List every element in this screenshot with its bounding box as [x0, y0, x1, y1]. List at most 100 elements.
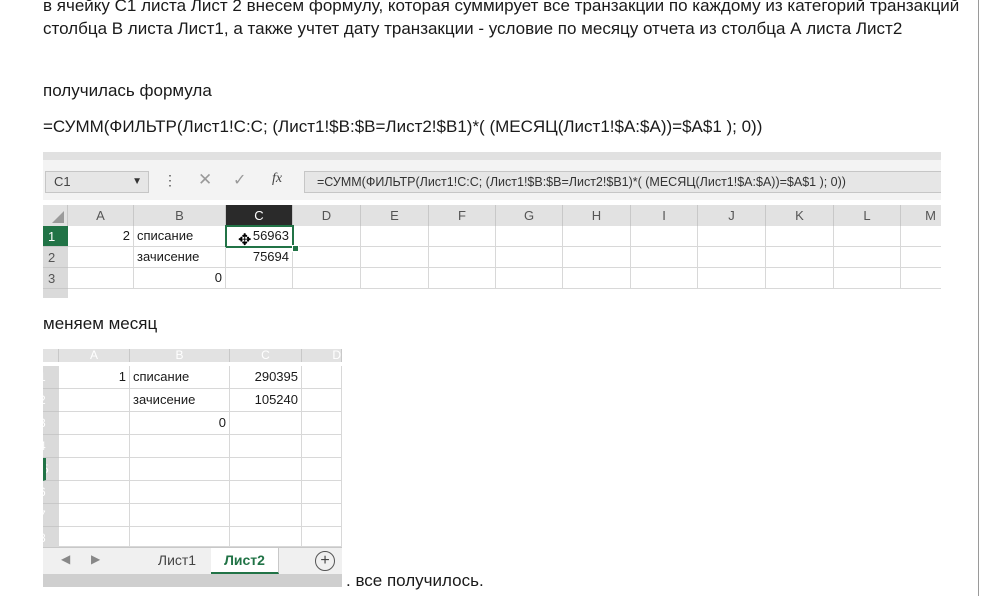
grid-cell[interactable]	[563, 268, 631, 289]
column-header-d[interactable]: D	[293, 205, 361, 226]
column-header-c[interactable]: C	[230, 349, 302, 362]
tab-scroll-right-icon[interactable]: ▶	[91, 552, 100, 566]
grid-cell[interactable]	[230, 435, 302, 458]
column-header-i[interactable]: I	[631, 205, 698, 226]
grid-cell[interactable]	[563, 226, 631, 247]
grid-cell[interactable]	[130, 527, 230, 547]
column-header-b[interactable]: B	[134, 205, 226, 226]
grid-cell[interactable]	[429, 247, 496, 268]
column-header-g[interactable]: G	[496, 205, 563, 226]
cell-b2[interactable]: зачисение	[130, 389, 230, 412]
cell-a3[interactable]	[68, 268, 134, 289]
select-all-corner[interactable]	[43, 205, 68, 226]
column-header-e[interactable]: E	[361, 205, 429, 226]
grid-cell[interactable]	[496, 247, 563, 268]
grid-cell[interactable]	[834, 268, 901, 289]
grid-cell[interactable]	[698, 247, 766, 268]
grid-cell[interactable]	[59, 435, 130, 458]
grid-cell[interactable]	[302, 412, 342, 435]
grid-cell[interactable]	[631, 268, 698, 289]
grid-cell[interactable]	[766, 247, 834, 268]
row-header-3[interactable]: 3	[43, 268, 68, 289]
name-box[interactable]: C1 ▼	[45, 171, 149, 193]
grid-cell[interactable]	[496, 268, 563, 289]
row-header-6[interactable]: 6	[43, 481, 59, 504]
grid-cell[interactable]	[631, 226, 698, 247]
column-header-f[interactable]: F	[429, 205, 496, 226]
cell-c1[interactable]: 56963	[225, 225, 294, 248]
row-header-4[interactable]: 4	[43, 435, 59, 458]
tab-list1[interactable]: Лист1	[143, 548, 212, 572]
grid-cell[interactable]	[130, 504, 230, 527]
insert-function-icon[interactable]: fx	[272, 171, 282, 187]
grid-cell[interactable]	[361, 226, 429, 247]
grid-cell[interactable]	[496, 226, 563, 247]
cell-c3[interactable]	[230, 412, 302, 435]
formula-input[interactable]: =СУММ(ФИЛЬТР(Лист1!C:C; (Лист1!$B:$B=Лис…	[304, 171, 941, 193]
tab-list2[interactable]: Лист2	[211, 548, 279, 574]
column-header-m[interactable]: M	[901, 205, 941, 226]
cell-c2[interactable]: 105240	[230, 389, 302, 412]
grid-cell[interactable]	[59, 527, 130, 547]
row-header-3[interactable]: 3	[43, 412, 59, 435]
grid-cell[interactable]	[834, 247, 901, 268]
grid-cell[interactable]	[302, 504, 342, 527]
grid-cell[interactable]	[230, 504, 302, 527]
grid-cell[interactable]	[302, 389, 342, 412]
row-header-2[interactable]: 2	[43, 247, 68, 268]
cell-a3[interactable]	[59, 412, 130, 435]
column-header-c[interactable]: C	[226, 205, 293, 226]
grid-cell[interactable]	[361, 268, 429, 289]
cell-b3[interactable]: 0	[134, 268, 226, 289]
grid-cell[interactable]	[631, 247, 698, 268]
grid-cell[interactable]	[901, 247, 941, 268]
grid-cell[interactable]	[59, 458, 130, 481]
grid-cell[interactable]	[293, 268, 361, 289]
cell-a1[interactable]: 2	[68, 226, 134, 247]
cell-b3[interactable]: 0	[130, 412, 230, 435]
grid-cell[interactable]	[901, 226, 941, 247]
grid-cell[interactable]	[59, 481, 130, 504]
cell-b1[interactable]: списание	[134, 226, 226, 247]
grid-cell[interactable]	[302, 481, 342, 504]
grid-cell[interactable]	[302, 527, 342, 547]
select-all-corner[interactable]	[43, 349, 59, 362]
grid-cell[interactable]	[901, 268, 941, 289]
row-header-5[interactable]: 5	[43, 458, 59, 481]
cell-b1[interactable]: списание	[130, 366, 230, 389]
row-header-1[interactable]: 1	[43, 366, 59, 389]
grid-cell[interactable]	[230, 481, 302, 504]
column-header-h[interactable]: H	[563, 205, 631, 226]
add-sheet-icon[interactable]: +	[315, 551, 335, 571]
cell-a2[interactable]	[68, 247, 134, 268]
grid-cell[interactable]	[766, 226, 834, 247]
column-header-j[interactable]: J	[698, 205, 766, 226]
row-header-4[interactable]	[43, 289, 68, 298]
column-header-d[interactable]: D	[302, 349, 342, 362]
grid-cell[interactable]	[230, 458, 302, 481]
column-header-k[interactable]: K	[766, 205, 834, 226]
column-header-a[interactable]: A	[68, 205, 134, 226]
fill-handle[interactable]	[292, 245, 299, 252]
cell-c1[interactable]: 290395	[230, 366, 302, 389]
grid-cell[interactable]	[698, 268, 766, 289]
name-box-dropdown-icon[interactable]: ▼	[132, 172, 142, 192]
horizontal-scrollbar[interactable]	[43, 574, 342, 587]
grid-cell[interactable]	[130, 435, 230, 458]
column-header-b[interactable]: B	[130, 349, 230, 362]
row-header-2[interactable]: 2	[43, 389, 59, 412]
grid-cell[interactable]	[230, 527, 302, 547]
grid-cell[interactable]	[302, 435, 342, 458]
column-header-l[interactable]: L	[834, 205, 901, 226]
grid-cell[interactable]	[563, 247, 631, 268]
grid-cell[interactable]	[302, 366, 342, 389]
grid-cell[interactable]	[59, 504, 130, 527]
cell-c3[interactable]	[226, 268, 293, 289]
grid-cell[interactable]	[293, 247, 361, 268]
grid-cell[interactable]	[361, 247, 429, 268]
grid-cell[interactable]	[130, 481, 230, 504]
cell-c2[interactable]: 75694	[226, 247, 293, 268]
more-options-icon[interactable]: ⋮	[163, 172, 177, 189]
row-header-1[interactable]: 1	[43, 226, 68, 247]
cell-b2[interactable]: зачисение	[134, 247, 226, 268]
